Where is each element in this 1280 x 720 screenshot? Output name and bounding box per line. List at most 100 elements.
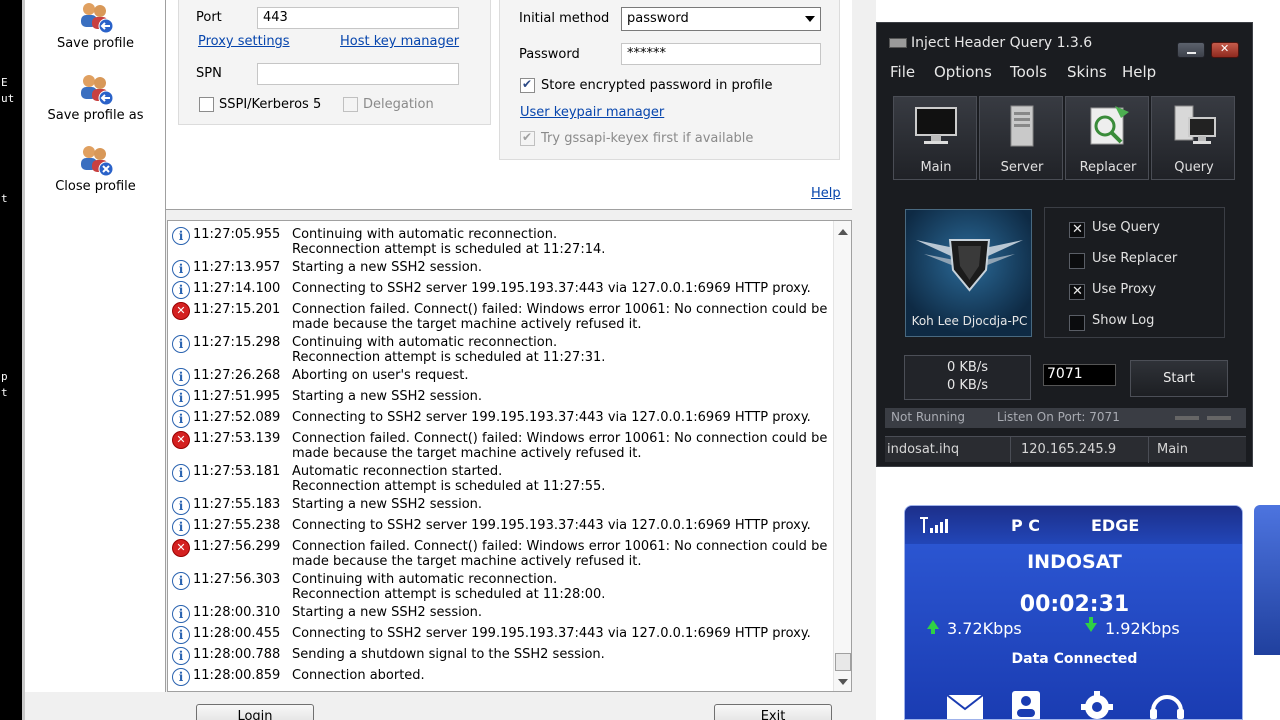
- download-rate: 1.92Kbps: [1105, 619, 1180, 638]
- login-button[interactable]: Login: [196, 704, 314, 720]
- inject-header-query-window: Inject Header Query 1.3.6 File Options T…: [876, 22, 1253, 467]
- log-entry: 11:27:53.139 Connection failed. Connect()…: [168, 430, 833, 466]
- run-status: Not Running: [891, 410, 966, 424]
- upload-rate: 3.72Kbps: [947, 619, 1022, 638]
- upload-speed: 0 KB/s: [947, 360, 988, 375]
- log-time: 11:27:56.303: [193, 572, 281, 587]
- gssapi-label: Try gssapi-keyex first if available: [541, 131, 754, 146]
- option-checkbox[interactable]: [1069, 253, 1085, 269]
- save-profile-button[interactable]: Save profile: [25, 0, 166, 51]
- close-button[interactable]: [1211, 42, 1239, 58]
- info-icon: [172, 518, 190, 536]
- ssh-client-window: E ut t p t Save profile Save profile as: [0, 0, 876, 720]
- log-message: Starting a new SSH2 session.: [292, 389, 832, 404]
- start-button[interactable]: Start: [1130, 360, 1228, 397]
- option-checkbox[interactable]: [1069, 284, 1085, 300]
- close-profile-button[interactable]: Close profile: [25, 143, 166, 194]
- support-headset-icon[interactable]: [1147, 689, 1187, 720]
- proxy-settings-link[interactable]: Proxy settings: [198, 34, 290, 49]
- scroll-up-icon[interactable]: [838, 229, 848, 235]
- save-profile-as-label: Save profile as: [47, 108, 144, 123]
- tab-replacer[interactable]: Replacer: [1065, 96, 1149, 180]
- log-message-line: Starting a new SSH2 session.: [292, 389, 483, 404]
- delegation-label: Delegation: [363, 97, 434, 112]
- log-entry: 11:28:00.788 Sending a shutdown signal to…: [168, 646, 833, 667]
- log-panel[interactable]: 11:27:05.955 Continuing with automatic re…: [167, 220, 852, 692]
- port-field[interactable]: 443: [257, 7, 459, 29]
- gssapi-checkbox[interactable]: [520, 130, 535, 146]
- menu-options[interactable]: Options: [934, 63, 992, 81]
- log-message-line: Connecting to SSH2 server 199.195.193.37…: [292, 518, 811, 533]
- user-name: Koh Lee Djocdja-PC: [911, 314, 1028, 328]
- tab-query[interactable]: Query: [1151, 96, 1235, 180]
- spn-field[interactable]: [257, 63, 459, 85]
- tab-main[interactable]: Main: [893, 96, 977, 180]
- network-type: P C: [1011, 516, 1041, 535]
- log-message-line: Reconnection attempt is scheduled at 11:…: [292, 350, 606, 365]
- listen-status: Listen On Port: 7071: [997, 410, 1120, 424]
- menu-skins[interactable]: Skins: [1067, 63, 1107, 81]
- title-bar[interactable]: Inject Header Query 1.3.6: [881, 31, 1250, 58]
- log-message-line: Aborting on user's request.: [292, 368, 469, 383]
- option-checkbox[interactable]: [1069, 315, 1085, 331]
- sspi-label: SSPI/Kerberos 5: [219, 97, 322, 112]
- initial-method-select[interactable]: password: [621, 7, 821, 31]
- info-icon: [172, 668, 190, 686]
- signal-icon: [920, 517, 948, 533]
- exit-button[interactable]: Exit: [714, 704, 832, 720]
- minimize-button[interactable]: [1177, 42, 1205, 58]
- log-message: Connecting to SSH2 server 199.195.193.37…: [292, 281, 832, 296]
- edge-text: E: [1, 76, 8, 89]
- delegation-checkbox[interactable]: [343, 97, 358, 112]
- avatar: Koh Lee Djocdja-PC: [905, 209, 1032, 337]
- log-message-line: Sending a shutdown signal to the SSH2 se…: [292, 647, 605, 662]
- option-checkbox[interactable]: [1069, 222, 1085, 238]
- password-field[interactable]: ******: [621, 43, 821, 65]
- log-entry: 11:27:14.100 Connecting to SSH2 server 19…: [168, 280, 833, 301]
- gear-icon[interactable]: [1077, 689, 1117, 720]
- info-icon: [172, 647, 190, 665]
- menu-help[interactable]: Help: [1122, 63, 1156, 81]
- desktop-edge: E ut t p t: [0, 0, 22, 720]
- download-speed: 0 KB/s: [947, 378, 988, 393]
- log-scrollbar[interactable]: [833, 221, 851, 691]
- info-icon: [172, 572, 190, 590]
- keypair-manager-link[interactable]: User keypair manager: [520, 105, 664, 120]
- info-icon: [172, 605, 190, 623]
- menu-file[interactable]: File: [890, 63, 915, 81]
- save-profile-as-button[interactable]: Save profile as: [25, 72, 166, 123]
- log-message: Automatic reconnection started. Reconnect…: [292, 464, 832, 494]
- log-message-line: Continuing with automatic reconnection.: [292, 572, 558, 587]
- option-label: Use Proxy: [1092, 282, 1157, 297]
- store-password-label: Store encrypted password in profile: [541, 78, 773, 93]
- modem-side-panel: [1254, 505, 1280, 655]
- status-bar: Not Running Listen On Port: 7071: [885, 408, 1246, 428]
- log-message-line: Connection failed. Connect() failed: Win…: [292, 302, 828, 317]
- scroll-thumb[interactable]: [835, 653, 851, 671]
- close-profile-label: Close profile: [55, 179, 136, 194]
- menu-tools[interactable]: Tools: [1010, 63, 1047, 81]
- scroll-down-icon[interactable]: [838, 679, 848, 685]
- edge-text: p: [1, 370, 8, 383]
- help-link[interactable]: Help: [811, 186, 841, 201]
- store-password-checkbox[interactable]: [520, 77, 535, 93]
- log-message-line: made because the target machine actively…: [292, 317, 642, 332]
- contacts-icon[interactable]: [1006, 689, 1046, 720]
- log-message: Continuing with automatic reconnection. R…: [292, 572, 832, 602]
- save-profile-label: Save profile: [56, 36, 135, 51]
- sspi-checkbox[interactable]: [199, 97, 214, 112]
- mail-icon[interactable]: [945, 689, 985, 720]
- log-time: 11:27:53.139: [193, 431, 281, 446]
- listen-port-field[interactable]: 7071: [1043, 364, 1116, 386]
- info-bar: indosat.ihq 120.165.245.9 Main: [885, 436, 1246, 463]
- tab-server[interactable]: Server: [979, 96, 1063, 180]
- tab-query-label: Query: [1174, 160, 1214, 175]
- connection-status: Data Connected: [1011, 651, 1138, 667]
- download-arrow-icon: [1085, 617, 1097, 632]
- server-icon: [1010, 105, 1034, 147]
- option-label: Show Log: [1092, 313, 1155, 328]
- save-profile-icon: [80, 3, 113, 34]
- log-time: 11:27:51.995: [193, 389, 281, 404]
- info-icon: [172, 497, 190, 515]
- host-key-manager-link[interactable]: Host key manager: [340, 34, 459, 49]
